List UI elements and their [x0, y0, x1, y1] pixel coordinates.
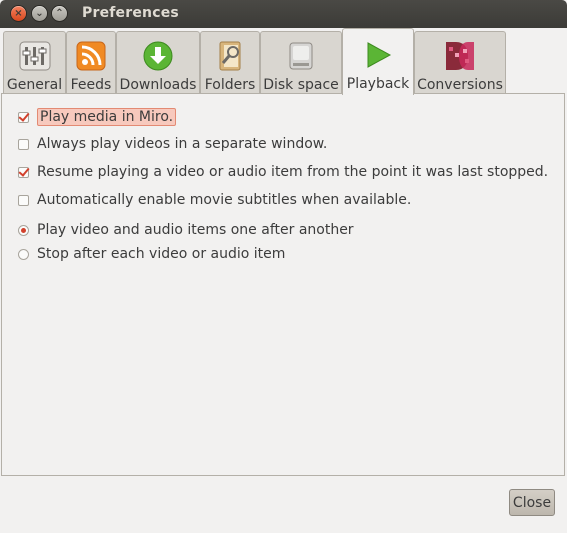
option-play-in-miro[interactable]: Play media in Miro. — [18, 108, 177, 126]
tab-label: Disk space — [263, 77, 339, 93]
one-after-another-radio[interactable] — [18, 224, 29, 236]
resume-playing-checkbox[interactable] — [18, 166, 29, 178]
disk-icon — [284, 39, 318, 73]
playback-panel: Play media in Miro. Always play videos i… — [1, 93, 565, 476]
tab-label: Conversions — [417, 77, 503, 93]
option-label: Always play videos in a separate window. — [37, 136, 328, 152]
window-title: Preferences — [82, 5, 179, 21]
option-one-after-another[interactable]: Play video and audio items one after ano… — [18, 222, 354, 238]
option-label: Resume playing a video or audio item fro… — [37, 164, 549, 180]
tab-strip: General Feeds Downloads Folders Disk spa… — [0, 28, 567, 95]
download-icon — [141, 39, 175, 73]
close-button[interactable]: Close — [509, 489, 555, 516]
option-separate-window[interactable]: Always play videos in a separate window. — [18, 136, 327, 152]
tab-playback[interactable]: Playback — [342, 28, 414, 95]
option-stop-after-each[interactable]: Stop after each video or audio item — [18, 246, 285, 262]
option-label: Play video and audio items one after ano… — [37, 222, 354, 238]
tab-label: General — [6, 77, 63, 93]
stop-after-each-radio[interactable] — [18, 248, 29, 260]
sliders-icon — [18, 39, 52, 73]
option-label: Stop after each video or audio item — [37, 246, 286, 262]
option-resume-playing[interactable]: Resume playing a video or audio item fro… — [18, 164, 548, 180]
tab-label: Playback — [346, 76, 410, 92]
folder-icon — [213, 39, 247, 73]
tab-label: Feeds — [70, 77, 112, 93]
tab-general[interactable]: General — [3, 31, 66, 94]
play-icon — [361, 38, 395, 72]
title-bar: × ⌄ ⌃ Preferences — [0, 0, 567, 28]
tab-label: Downloads — [119, 77, 197, 93]
play-in-miro-checkbox[interactable] — [18, 111, 29, 123]
tab-downloads[interactable]: Downloads — [116, 31, 200, 94]
window-close-icon[interactable]: × — [11, 6, 26, 21]
window-maximize-icon[interactable]: ⌃ — [52, 6, 67, 21]
tab-feeds[interactable]: Feeds — [66, 31, 116, 94]
option-auto-subtitles[interactable]: Automatically enable movie subtitles whe… — [18, 192, 411, 208]
separate-window-checkbox[interactable] — [18, 138, 29, 150]
option-label: Play media in Miro. — [37, 108, 177, 126]
auto-subtitles-checkbox[interactable] — [18, 194, 29, 206]
window-minimize-icon[interactable]: ⌄ — [32, 6, 47, 21]
tab-label: Folders — [204, 77, 256, 93]
rss-icon — [74, 39, 108, 73]
tab-disk-space[interactable]: Disk space — [260, 31, 342, 94]
tab-folders[interactable]: Folders — [200, 31, 260, 94]
conversions-icon — [443, 39, 477, 73]
option-label: Automatically enable movie subtitles whe… — [37, 192, 412, 208]
tab-conversions[interactable]: Conversions — [414, 31, 506, 94]
